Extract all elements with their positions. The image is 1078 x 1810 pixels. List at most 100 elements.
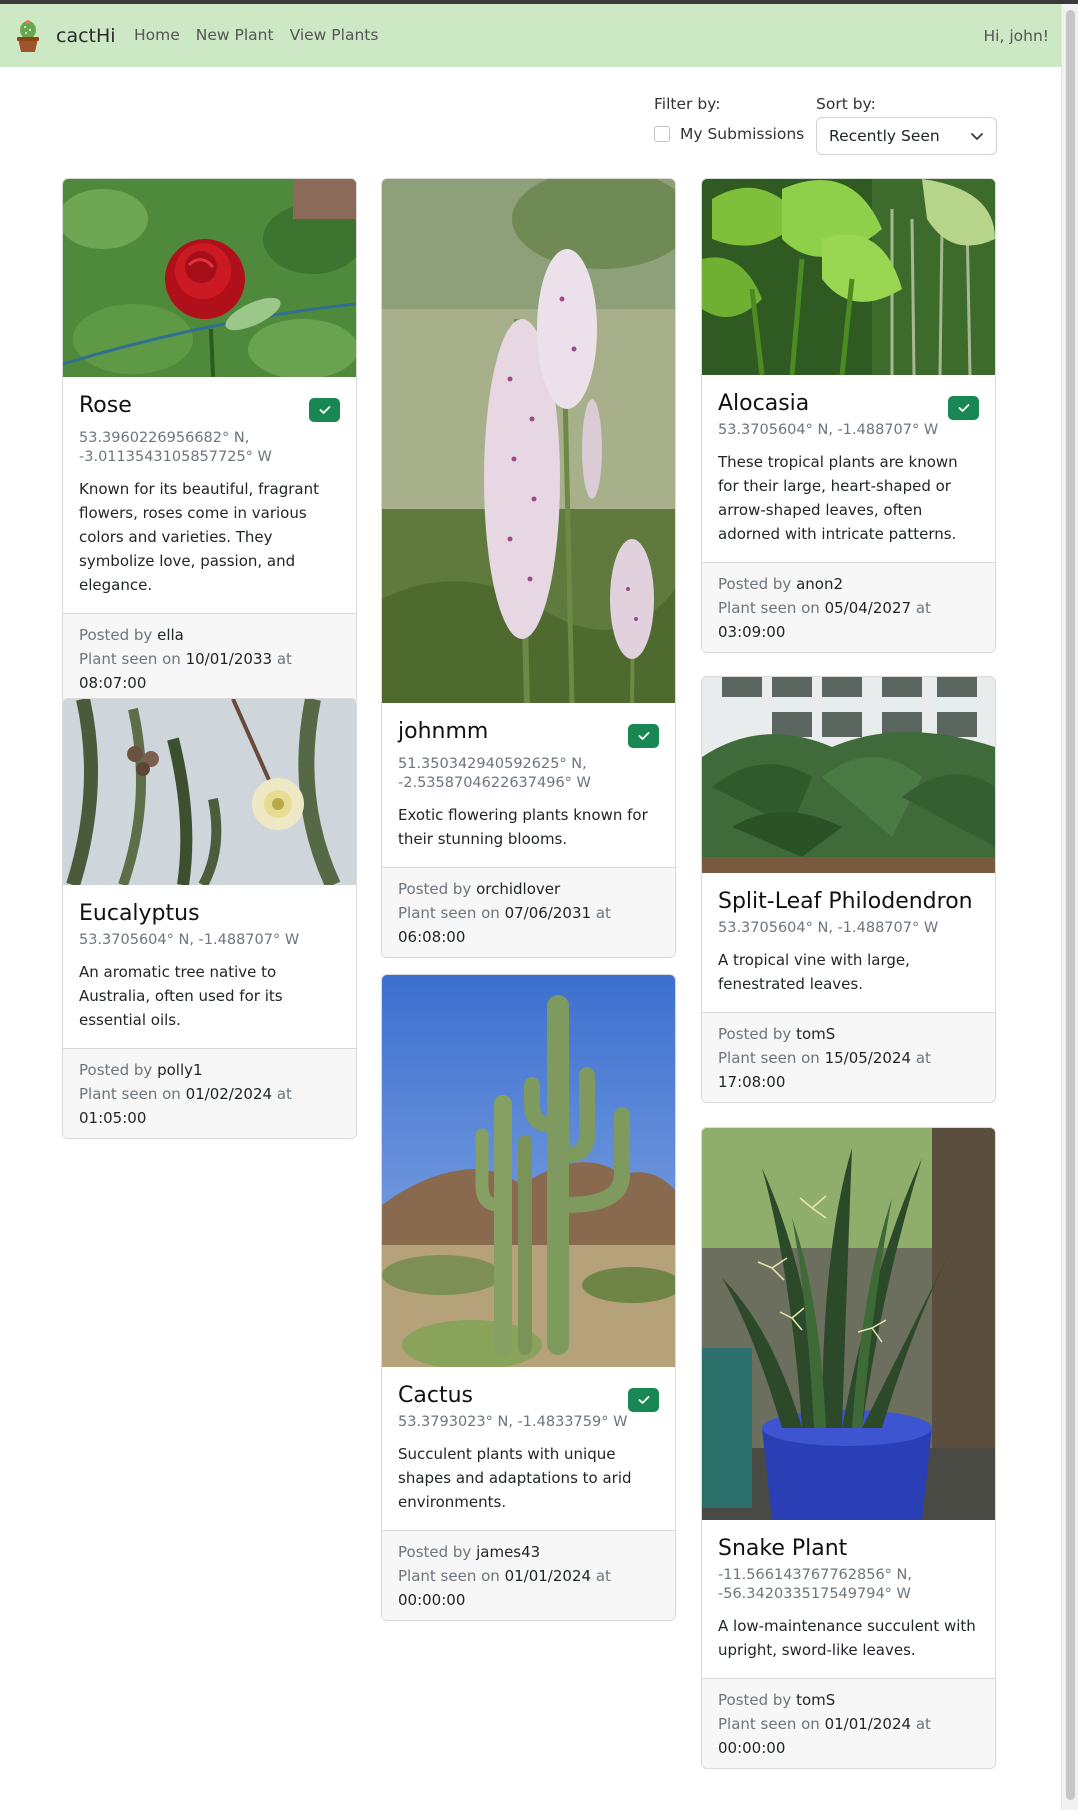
posted-by-line: Posted by orchidlover [398,877,659,901]
check-icon [638,732,649,740]
plant-coordinates: 53.3960226956682° N, -3.0113543105857725… [79,430,272,465]
check-icon [319,406,330,414]
seen-on-line: Plant seen on 01/02/2024 at 01:05:00 [79,1082,340,1130]
posted-by-user: ella [157,626,184,644]
posted-by-user: anon2 [796,575,844,593]
plant-coordinates: 51.350342940592625° N, -2.53587046226374… [398,756,591,791]
seen-date: 05/04/2027 [824,599,912,617]
plant-card[interactable]: Snake Plant -11.566143767762856° N, -56.… [701,1127,996,1769]
check-icon [958,404,969,412]
card-footer: Posted by ella Plant seen on 10/01/2033 … [63,613,356,703]
plant-coordinates: 53.3705604° N, -1.488707° W [718,422,939,438]
card-footer: Posted by anon2 Plant seen on 05/04/2027… [702,562,995,652]
plant-card[interactable]: Alocasia 53.3705604° N, -1.488707° W The… [701,178,996,653]
at-label: at [915,1715,931,1733]
posted-by-label: Posted by [398,1543,472,1561]
sort-selected-value: Recently Seen [829,127,940,145]
filter-label: Filter by: [654,95,721,113]
card-footer: Posted by tomS Plant seen on 15/05/2024 … [702,1012,995,1102]
vertical-scrollbar[interactable] [1061,4,1078,1810]
plant-card[interactable]: Eucalyptus 53.3705604° N, -1.488707° W A… [62,698,357,1139]
seen-date: 07/06/2031 [504,904,592,922]
plant-card[interactable]: Cactus 53.3793023° N, -1.4833759° W Succ… [381,974,676,1621]
card-body: Split-Leaf Philodendron 53.3705604° N, -… [702,873,995,1012]
plant-name: Split-Leaf Philodendron [718,889,973,914]
seen-time: 17:08:00 [718,1073,786,1091]
plant-card[interactable]: Split-Leaf Philodendron 53.3705604° N, -… [701,676,996,1103]
verified-check-badge [628,724,659,748]
seen-on-label: Plant seen on [718,1715,820,1733]
seen-on-label: Plant seen on [398,904,500,922]
seen-on-line: Plant seen on 01/01/2024 at 00:00:00 [398,1564,659,1612]
verified-check-badge [948,396,979,420]
my-submissions-checkbox[interactable] [654,126,670,142]
card-footer: Posted by tomS Plant seen on 01/01/2024 … [702,1678,995,1768]
posted-by-user: orchidlover [476,880,561,898]
seen-on-label: Plant seen on [79,1085,181,1103]
brand[interactable]: cactHi [16,18,116,54]
at-label: at [595,904,611,922]
my-submissions-filter[interactable]: My Submissions [654,125,804,143]
filter-sort-controls: Filter by: My Submissions Sort by: Recen… [654,95,1000,155]
posted-by-line: Posted by tomS [718,1022,979,1046]
sort-select[interactable]: Recently Seen [816,117,997,155]
seen-time: 03:09:00 [718,623,786,641]
nav-view-plants-link[interactable]: View Plants [290,26,379,44]
cactus-pot-logo-icon [17,20,39,52]
seen-date: 10/01/2033 [185,650,273,668]
posted-by-label: Posted by [718,1691,792,1709]
seen-on-line: Plant seen on 15/05/2024 at 17:08:00 [718,1046,979,1094]
chevron-down-icon [971,133,983,140]
seen-date: 01/01/2024 [504,1567,592,1585]
seen-on-label: Plant seen on [398,1567,500,1585]
posted-by-user: tomS [796,1025,836,1043]
plant-description: A low-maintenance succulent with upright… [718,1617,976,1659]
card-footer: Posted by james43 Plant seen on 01/01/20… [382,1530,675,1620]
plant-image [702,677,995,873]
plant-name: Eucalyptus [79,901,200,926]
posted-by-line: Posted by anon2 [718,572,979,596]
sort-label: Sort by: [816,95,876,113]
posted-by-label: Posted by [79,626,153,644]
plant-coordinates: 53.3705604° N, -1.488707° W [79,932,300,948]
at-label: at [915,1049,931,1067]
posted-by-label: Posted by [718,575,792,593]
seen-date: 01/02/2024 [185,1085,273,1103]
plant-card[interactable]: johnmm 51.350342940592625° N, -2.5358704… [381,178,676,958]
plant-image [702,1128,995,1520]
seen-on-line: Plant seen on 01/01/2024 at 00:00:00 [718,1712,979,1760]
plant-card[interactable]: Rose 53.3960226956682° N, -3.01135431058… [62,178,357,704]
plant-image [63,699,356,885]
plant-image [382,975,675,1367]
posted-by-line: Posted by ella [79,623,340,647]
seen-on-line: Plant seen on 07/06/2031 at 06:08:00 [398,901,659,949]
plant-name: Alocasia [718,391,810,416]
nav-links: Home New Plant View Plants [134,26,394,44]
seen-on-label: Plant seen on [79,650,181,668]
seen-on-line: Plant seen on 10/01/2033 at 08:07:00 [79,647,340,695]
at-label: at [915,599,931,617]
navbar: cactHi Home New Plant View Plants Hi, jo… [0,4,1061,67]
plant-description: These tropical plants are known for thei… [718,453,958,543]
seen-time: 06:08:00 [398,928,466,946]
plant-description: Exotic flowering plants known for their … [398,806,648,848]
posted-by-label: Posted by [398,880,472,898]
plant-description: Succulent plants with unique shapes and … [398,1445,632,1511]
nav-home-link[interactable]: Home [134,26,180,44]
seen-date: 01/01/2024 [824,1715,912,1733]
seen-on-line: Plant seen on 05/04/2027 at 03:09:00 [718,596,979,644]
plant-image [382,179,675,703]
plant-name: Cactus [398,1383,473,1408]
my-submissions-label[interactable]: My Submissions [680,125,804,143]
plant-coordinates: 53.3705604° N, -1.488707° W [718,920,939,936]
scrollbar-thumb[interactable] [1066,10,1075,1800]
seen-time: 01:05:00 [79,1109,147,1127]
seen-time: 08:07:00 [79,674,147,692]
plant-coordinates: -11.566143767762856° N, -56.342033517549… [718,1567,912,1602]
posted-by-line: Posted by polly1 [79,1058,340,1082]
posted-by-line: Posted by tomS [718,1688,979,1712]
verified-check-badge [628,1388,659,1412]
card-body: Alocasia 53.3705604° N, -1.488707° W The… [702,375,995,562]
nav-new-plant-link[interactable]: New Plant [196,26,274,44]
seen-date: 15/05/2024 [824,1049,912,1067]
